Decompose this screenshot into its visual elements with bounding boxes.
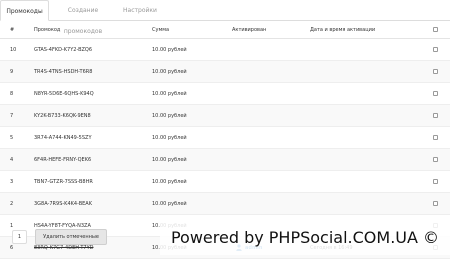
row-checkbox[interactable] [433,157,438,162]
table-row: 7 KY2K-B733-K6QK-9EN8 10.00 рублей [0,105,450,127]
header-datetime: Дата и время активации [310,27,376,33]
row-checkbox[interactable] [433,179,438,184]
delete-selected-button[interactable]: Удалить отмеченные [35,229,107,245]
row-number: 10 [10,47,17,53]
promo-sum: 10.00 рублей [152,157,187,163]
table-row: 4 6F4R-HEFE-FRNY-QEK6 10.00 рублей [0,149,450,171]
table-row: 9 TR4S-4TNS-HSDH-T6R8 10.00 рублей [0,61,450,83]
row-number: 7 [10,113,14,119]
row-checkbox[interactable] [433,135,438,140]
select-all-checkbox[interactable] [433,27,438,32]
powered-by-watermark: Powered by PHPSocial.COM.UA © [160,222,450,255]
promo-code: 6F4R-HEFE-FRNY-QEK6 [34,157,92,163]
promo-sum: 10.00 рублей [152,179,187,185]
promo-code: N8YR-5D6E-6QHS-K94Q [34,91,94,97]
row-number: 8 [10,91,14,97]
table-row: 5 3R74-A744-KN49-5SZY 10.00 рублей [0,127,450,149]
header-sum: Сумма [152,27,170,33]
row-number: 3 [10,179,14,185]
promo-code: TR4S-4TNS-HSDH-T6R8 [34,69,93,75]
table-row: 10 GTAS-4FKD-K7Y2-BZQ6 10.00 рублей [0,39,450,61]
row-checkbox[interactable] [433,201,438,206]
header-code: Промокод [34,27,61,33]
page-1-button[interactable]: 1 [12,230,27,244]
row-checkbox[interactable] [433,113,438,118]
row-number: 5 [10,135,14,141]
table-row: 3 TBN7-GTZR-7SSS-B8HR 10.00 рублей [0,171,450,193]
row-number: 9 [10,69,14,75]
promo-code: GTAS-4FKD-K7Y2-BZQ6 [34,47,93,53]
promo-code: TBN7-GTZR-7SSS-B8HR [34,179,93,185]
tab-bar: Промокоды Создание промокодов Настройки [0,0,450,35]
tab-create-promocodes[interactable]: Создание промокодов [49,0,117,35]
promo-sum: 10.00 рублей [152,47,187,53]
promo-code: 3G8A-7R9S-K4K4-BEAK [34,201,93,207]
row-checkbox[interactable] [433,91,438,96]
promo-sum: 10.00 рублей [152,201,187,207]
promo-sum: 10.00 рублей [152,91,187,97]
table-row: 2 3G8A-7R9S-K4K4-BEAK 10.00 рублей [0,193,450,215]
promo-sum: 10.00 рублей [152,113,187,119]
promo-sum: 10.00 рублей [152,69,187,75]
row-checkbox[interactable] [433,47,438,52]
promo-code: KY2K-B733-K6QK-9EN8 [34,113,91,119]
table-header: # Промокод Сумма Активирован Дата и врем… [0,21,450,39]
promo-sum: 10.00 рублей [152,135,187,141]
row-number: 2 [10,201,14,207]
header-num: # [10,27,15,33]
tab-promocodes[interactable]: Промокоды [0,0,49,21]
promo-code: 3R74-A744-KN49-5SZY [34,135,92,141]
row-number: 4 [10,157,14,163]
row-checkbox[interactable] [433,69,438,74]
header-activated: Активирован [232,27,267,33]
tab-settings[interactable]: Настройки [117,0,163,21]
table-row: 8 N8YR-5D6E-6QHS-K94Q 10.00 рублей [0,83,450,105]
